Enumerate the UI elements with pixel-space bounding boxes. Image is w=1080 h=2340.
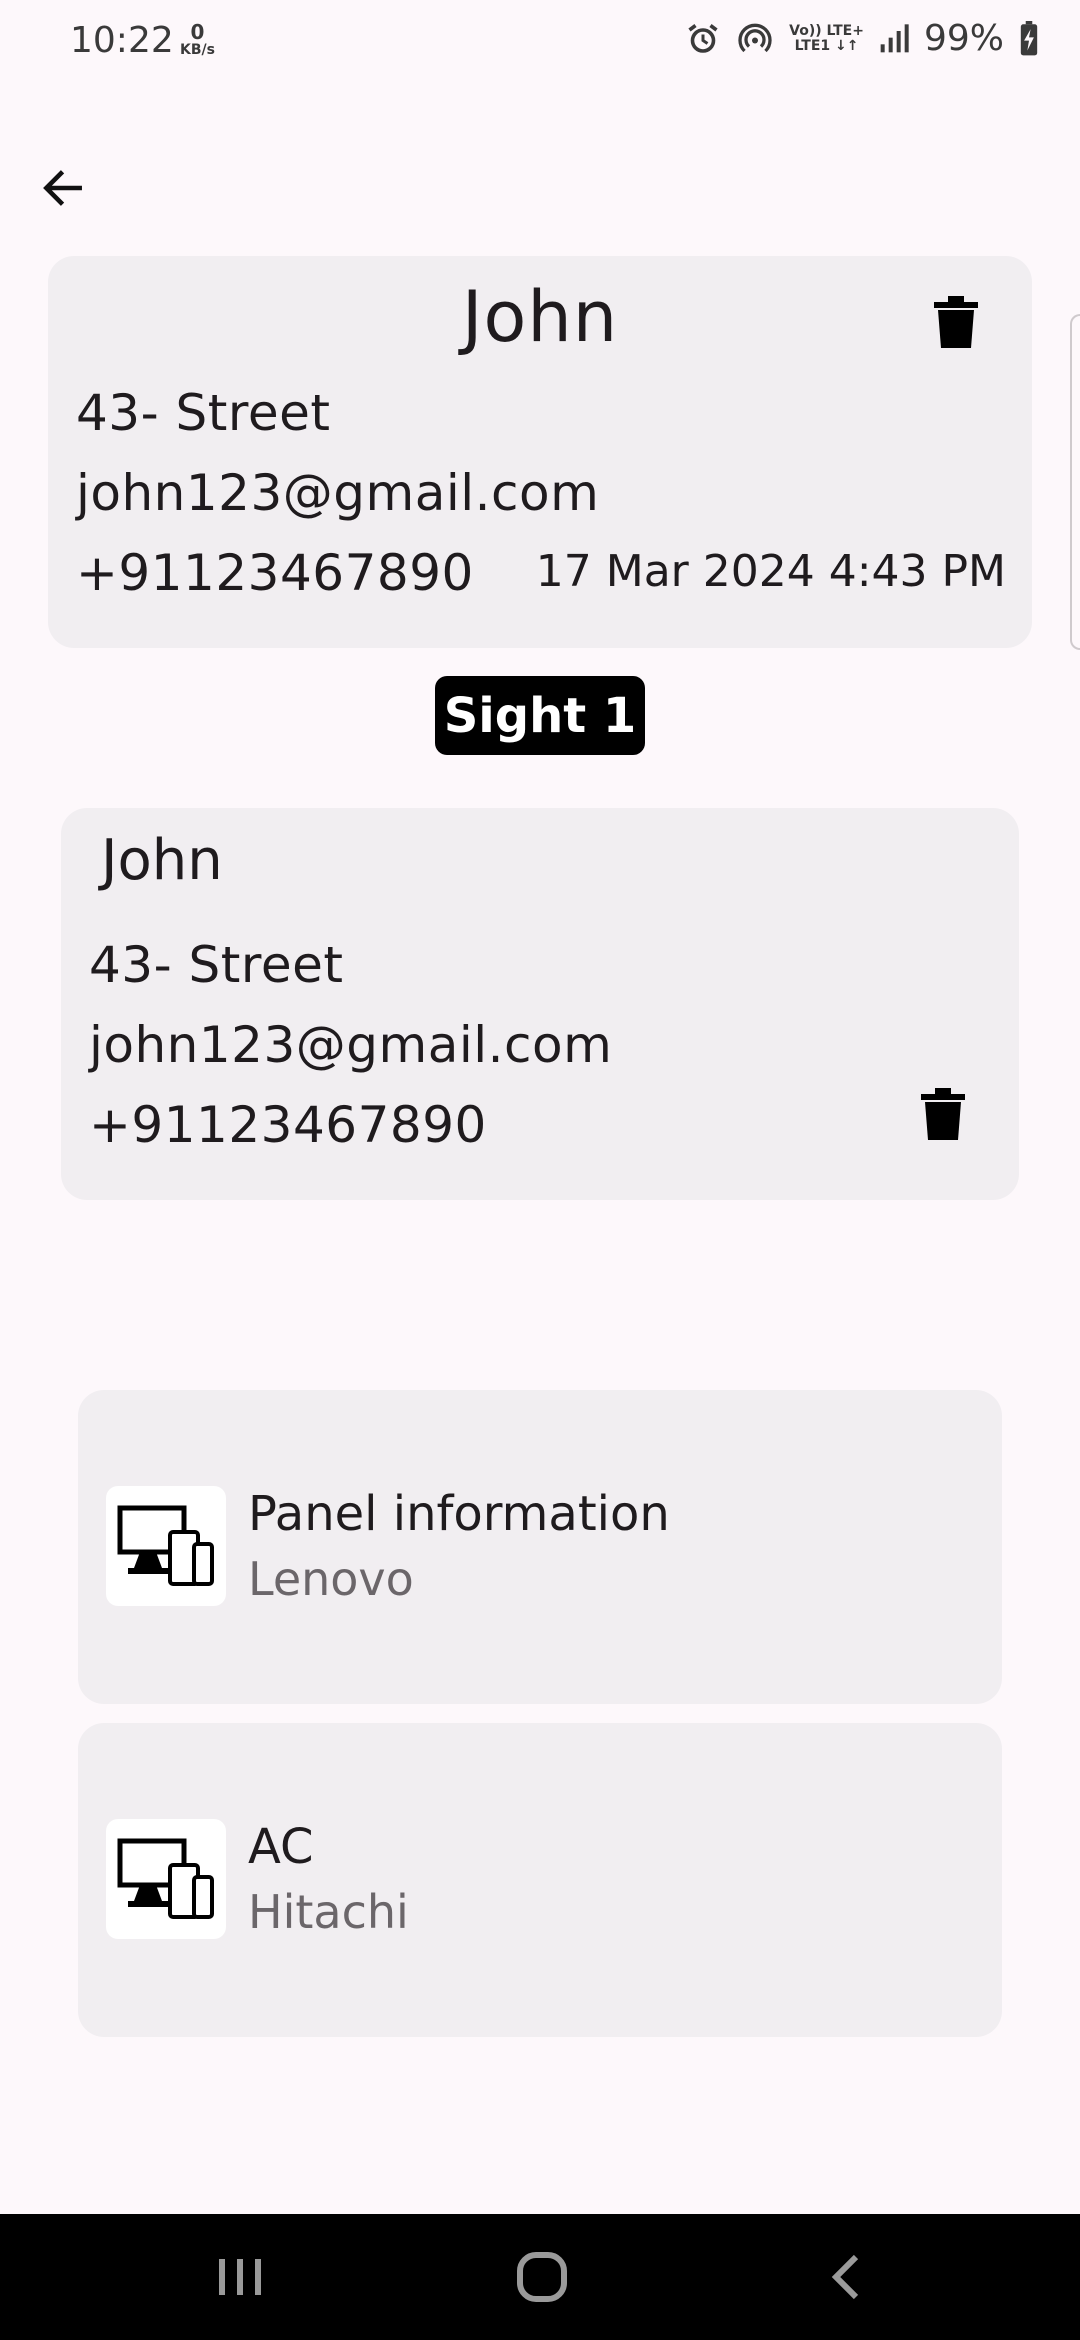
customer-name: John bbox=[461, 276, 619, 358]
devices-icon bbox=[117, 1838, 214, 1919]
chevron-left-icon bbox=[831, 2254, 859, 2300]
customer-date: 17 Mar 2024 4:43 PM bbox=[535, 546, 1006, 597]
battery-charging-icon bbox=[1018, 20, 1040, 57]
scroll-edge bbox=[1070, 314, 1080, 650]
trash-icon bbox=[934, 296, 978, 348]
signal-icon bbox=[878, 23, 910, 55]
battery-level: 99% bbox=[923, 18, 1004, 59]
network-speed: 0 KB/s bbox=[180, 22, 215, 58]
network-speed-value: 0 bbox=[190, 20, 205, 44]
customer-phone: +91123467890 bbox=[76, 544, 474, 602]
sight-email: john123@gmail.com bbox=[89, 1016, 613, 1074]
trash-icon bbox=[921, 1088, 965, 1140]
system-nav-bar bbox=[0, 2214, 1080, 2340]
network-type-bottom: LTE1 ↓↑ bbox=[794, 37, 859, 54]
sight-phone: +91123467890 bbox=[89, 1096, 487, 1154]
device-thumbnail bbox=[106, 1486, 226, 1606]
home-button[interactable] bbox=[502, 2244, 582, 2310]
sight-address: 43- Street bbox=[89, 936, 344, 994]
network-type: Vo)) LTE+ LTE1 ↓↑ bbox=[789, 22, 864, 54]
sight-card[interactable]: John 43- Street john123@gmail.com +91123… bbox=[61, 808, 1019, 1200]
status-time: 10:22 bbox=[70, 20, 174, 61]
device-thumbnail bbox=[106, 1819, 226, 1939]
delete-sight-button[interactable] bbox=[921, 1088, 965, 1140]
device-brand: Lenovo bbox=[248, 1552, 414, 1606]
devices-icon bbox=[117, 1505, 214, 1586]
recent-apps-icon bbox=[219, 2259, 261, 2295]
device-brand: Hitachi bbox=[248, 1885, 409, 1939]
customer-address: 43- Street bbox=[76, 384, 331, 442]
customer-email: john123@gmail.com bbox=[76, 464, 600, 522]
hotspot-icon bbox=[735, 21, 775, 57]
device-item-ac[interactable]: AC Hitachi bbox=[78, 1723, 1002, 2037]
back-nav-button[interactable] bbox=[806, 2244, 886, 2310]
delete-customer-button[interactable] bbox=[934, 296, 978, 348]
device-item-panel-information[interactable]: Panel information Lenovo bbox=[78, 1390, 1002, 1704]
home-icon bbox=[517, 2252, 567, 2302]
network-speed-unit: KB/s bbox=[180, 42, 215, 58]
sight-name: John bbox=[101, 828, 223, 893]
recent-apps-button[interactable] bbox=[200, 2244, 280, 2310]
arrow-back-icon bbox=[43, 170, 82, 206]
network-type-top: Vo)) LTE+ bbox=[789, 22, 864, 39]
device-title: Panel information bbox=[248, 1486, 670, 1542]
alarm-icon bbox=[685, 21, 721, 57]
device-title: AC bbox=[248, 1819, 314, 1875]
customer-card[interactable]: John 43- Street john123@gmail.com +91123… bbox=[48, 256, 1032, 648]
sight-badge: Sight 1 bbox=[435, 676, 645, 755]
back-button[interactable] bbox=[30, 155, 96, 221]
status-icons: Vo)) LTE+ LTE1 ↓↑ 99% bbox=[685, 18, 1040, 59]
